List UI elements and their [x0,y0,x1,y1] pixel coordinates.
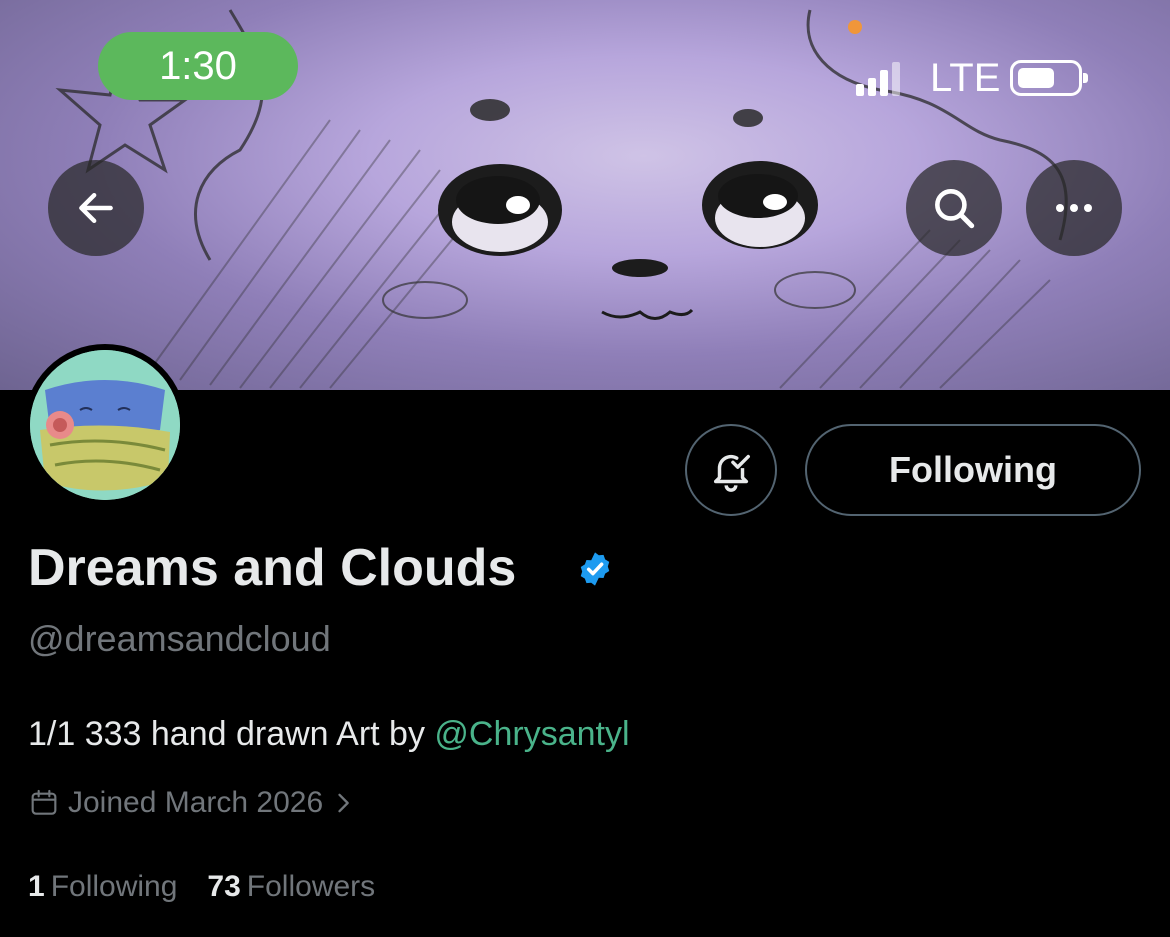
bio-mention-link[interactable]: @Chrysantyl [434,715,629,753]
notifications-button[interactable] [685,424,777,516]
cellular-signal-icon [856,62,902,96]
user-handle: @dreamsandcloud [28,618,331,659]
battery-icon [1010,60,1088,96]
profile-avatar[interactable] [30,350,180,500]
avatar-illustration [30,350,180,500]
following-count-link[interactable]: 1 Following [28,870,177,904]
profile-bio: 1/1 333 hand drawn Art by @Chrysantyl [28,715,630,754]
bio-text: 1/1 333 hand drawn Art by [28,715,435,753]
status-time: 1:30 [98,32,298,100]
network-type: LTE [930,56,1001,100]
followers-count: 73 [207,870,241,903]
following-button[interactable]: Following [805,424,1141,516]
followers-count-link[interactable]: 73 Followers [207,870,375,904]
search-button[interactable] [906,160,1002,256]
more-horizontal-icon [1056,204,1092,212]
arrow-left-icon [79,192,113,224]
joined-text: Joined March 2026 [68,786,324,819]
follow-stats: 1 Following 73 Followers [28,870,405,904]
following-label: Following [50,870,178,903]
following-count: 1 [28,870,45,903]
joined-date[interactable]: Joined March 2026 [28,786,365,820]
search-icon [935,189,975,229]
display-name: Dreams and Clouds [28,539,517,597]
more-options-button[interactable] [1026,160,1122,256]
followers-label: Followers [246,870,376,903]
chevron-right-icon [338,793,350,813]
bell-check-icon [713,454,750,492]
calendar-icon [31,789,57,815]
verified-badge-icon[interactable] [576,550,614,588]
privacy-indicator-dot [848,20,862,34]
back-button[interactable] [48,160,144,256]
